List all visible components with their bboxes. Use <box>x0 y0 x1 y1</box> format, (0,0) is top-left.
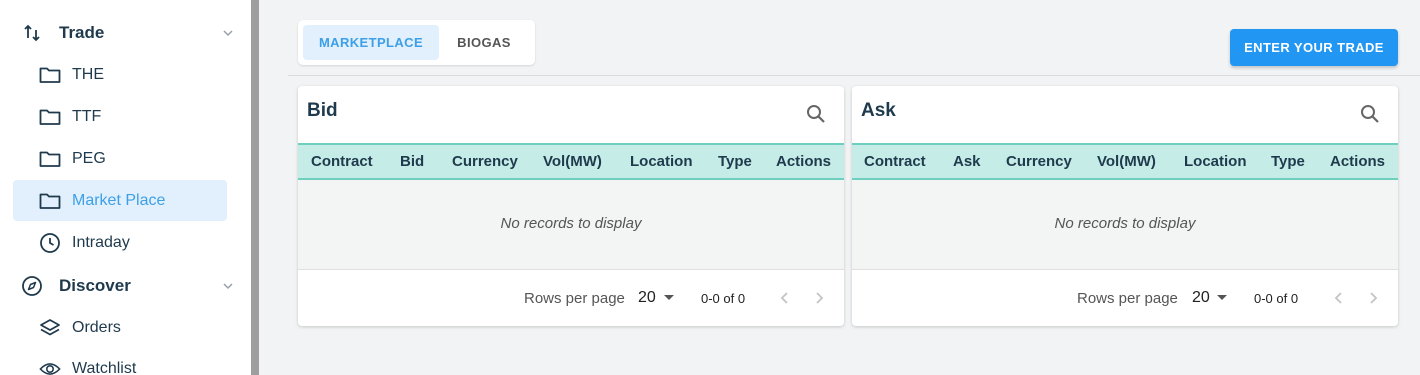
chevron-right-icon[interactable] <box>1366 290 1380 306</box>
rows-per-page-label: Rows per page <box>524 290 625 307</box>
sidebar-item-peg[interactable]: PEG <box>13 138 227 179</box>
search-icon[interactable] <box>1360 104 1380 124</box>
sidebar-section-label: Trade <box>59 23 105 42</box>
column-header[interactable]: Actions <box>1330 153 1385 170</box>
sidebar-item-label: Intraday <box>72 233 130 251</box>
column-header[interactable]: Type <box>718 153 752 170</box>
clock-icon <box>39 232 61 254</box>
divider <box>288 75 1420 76</box>
chevron-left-icon[interactable] <box>778 290 792 306</box>
sidebar-item-orders[interactable]: Orders <box>13 307 227 348</box>
column-header[interactable]: Type <box>1271 153 1305 170</box>
sidebar: Trade THE TTF PEG Market Place Intraday <box>0 0 251 375</box>
table-header: Contract Bid Currency Vol(MW) Location T… <box>298 143 844 180</box>
ask-table-panel: Ask Contract Ask Currency Vol(MW) Locati… <box>852 86 1398 326</box>
rows-per-page-select[interactable]: 20 <box>1192 289 1210 307</box>
column-header[interactable]: Currency <box>1006 153 1072 170</box>
swap-vertical-icon <box>21 22 43 44</box>
tab-biogas[interactable]: BIOGAS <box>439 25 529 60</box>
table-body: No records to display <box>852 180 1398 270</box>
sidebar-item-intraday[interactable]: Intraday <box>13 222 227 263</box>
empty-state-text: No records to display <box>1054 215 1196 232</box>
table-pagination: Rows per page 20 0-0 of 0 <box>852 270 1398 326</box>
search-icon[interactable] <box>806 104 826 124</box>
sidebar-item-label: TTF <box>72 107 102 125</box>
sidebar-item-label: Watchlist <box>72 359 137 375</box>
rows-per-page-label: Rows per page <box>1077 290 1178 307</box>
column-header[interactable]: Actions <box>776 153 831 170</box>
caret-down-icon[interactable] <box>1217 295 1227 300</box>
column-header[interactable]: Contract <box>311 153 373 170</box>
empty-state-text: No records to display <box>500 215 642 232</box>
sidebar-item-label: Orders <box>72 318 121 336</box>
column-header[interactable]: Bid <box>400 153 424 170</box>
sidebar-item-market-place[interactable]: Market Place <box>13 180 227 221</box>
eye-icon <box>39 358 61 375</box>
panel-title: Ask <box>861 100 896 121</box>
column-header[interactable]: Vol(MW) <box>1097 153 1156 170</box>
chevron-left-icon[interactable] <box>1332 290 1346 306</box>
sidebar-item-label: PEG <box>72 149 106 167</box>
table-body: No records to display <box>298 180 844 270</box>
pagination-range: 0-0 of 0 <box>1254 291 1299 306</box>
table-header: Contract Ask Currency Vol(MW) Location T… <box>852 143 1398 180</box>
sidebar-item-the[interactable]: THE <box>13 54 227 95</box>
layers-icon <box>39 317 61 339</box>
sidebar-item-label: THE <box>72 65 104 83</box>
folder-icon <box>39 148 61 170</box>
tab-marketplace[interactable]: MARKETPLACE <box>303 25 439 60</box>
sidebar-item-watchlist[interactable]: Watchlist <box>13 348 227 375</box>
chevron-down-icon <box>221 279 235 293</box>
column-header[interactable]: Ask <box>953 153 981 170</box>
folder-icon <box>39 106 61 128</box>
column-header[interactable]: Currency <box>452 153 518 170</box>
column-header[interactable]: Location <box>1184 153 1247 170</box>
column-header[interactable]: Contract <box>864 153 926 170</box>
chevron-right-icon[interactable] <box>812 290 826 306</box>
table-pagination: Rows per page 20 0-0 of 0 <box>298 270 844 326</box>
tab-bar: MARKETPLACE BIOGAS <box>298 20 535 65</box>
panel-title: Bid <box>307 100 338 121</box>
sidebar-section-label: Discover <box>59 276 131 295</box>
sidebar-section-discover[interactable]: Discover <box>13 268 239 304</box>
sidebar-item-ttf[interactable]: TTF <box>13 96 227 137</box>
sidebar-resize-handle[interactable] <box>251 0 259 375</box>
folder-icon <box>39 190 61 212</box>
column-header[interactable]: Vol(MW) <box>543 153 602 170</box>
chevron-down-icon <box>221 26 235 40</box>
rows-per-page-select[interactable]: 20 <box>638 289 656 307</box>
caret-down-icon[interactable] <box>664 295 674 300</box>
pagination-range: 0-0 of 0 <box>701 291 746 306</box>
compass-icon <box>21 275 43 297</box>
sidebar-section-trade[interactable]: Trade <box>13 15 239 51</box>
column-header[interactable]: Location <box>630 153 693 170</box>
bid-table-panel: Bid Contract Bid Currency Vol(MW) Locati… <box>298 86 844 326</box>
sidebar-item-label: Market Place <box>72 191 166 209</box>
enter-your-trade-button[interactable]: ENTER YOUR TRADE <box>1230 29 1398 66</box>
folder-icon <box>39 64 61 86</box>
